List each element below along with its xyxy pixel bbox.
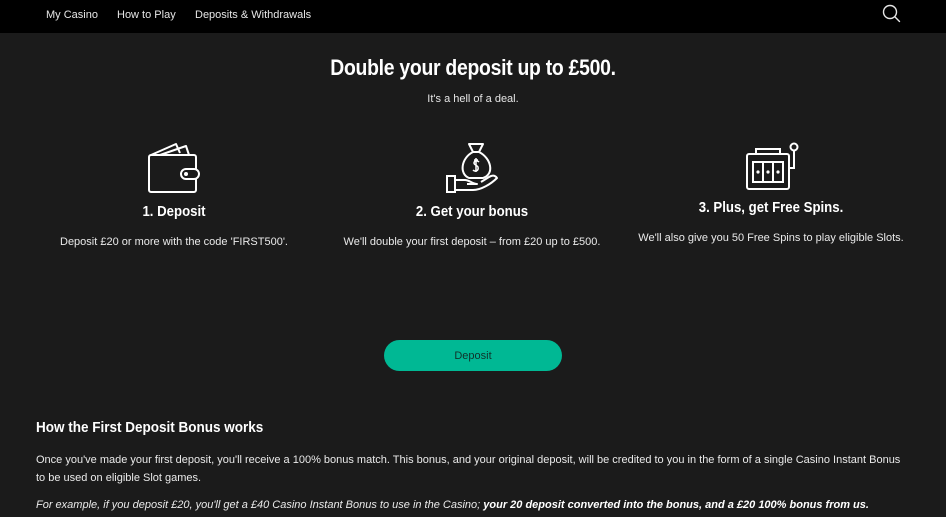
money-bag-hand-icon bbox=[445, 140, 501, 201]
example-bold-text: your 20 deposit converted into the bonus… bbox=[483, 499, 869, 511]
step-2-title: 2. Get your bonus bbox=[415, 203, 529, 220]
deposit-button[interactable]: Deposit bbox=[384, 340, 562, 371]
slot-machine-icon bbox=[744, 140, 800, 197]
step-2-description: We'll double your first deposit – from £… bbox=[343, 236, 601, 248]
bonus-explanation: Once you've made your first deposit, you… bbox=[36, 454, 901, 484]
step-1-title: 1. Deposit bbox=[142, 203, 206, 220]
bonus-example: For example, if you deposit £20, you'll … bbox=[36, 496, 906, 514]
step-1-description: Deposit £20 or more with the code 'FIRST… bbox=[60, 236, 288, 248]
nav-how-to-play[interactable]: How to Play bbox=[117, 9, 176, 21]
page-title: Double your deposit up to £500. bbox=[330, 55, 616, 80]
nav-deposits-withdrawals[interactable]: Deposits & Withdrawals bbox=[195, 9, 311, 21]
top-navigation: My Casino How to Play Deposits & Withdra… bbox=[0, 0, 946, 33]
section-title: How the First Deposit Bonus works bbox=[36, 419, 264, 436]
nav-my-casino[interactable]: My Casino bbox=[46, 9, 98, 21]
page-subtitle: It's a hell of a deal. bbox=[427, 93, 519, 105]
search-icon[interactable] bbox=[880, 3, 902, 25]
step-3-description: We'll also give you 50 Free Spins to pla… bbox=[638, 232, 904, 244]
example-italic-text: For example, if you deposit £20, you'll … bbox=[36, 499, 481, 511]
step-3-title: 3. Plus, get Free Spins. bbox=[698, 199, 844, 216]
wallet-icon bbox=[146, 141, 202, 200]
